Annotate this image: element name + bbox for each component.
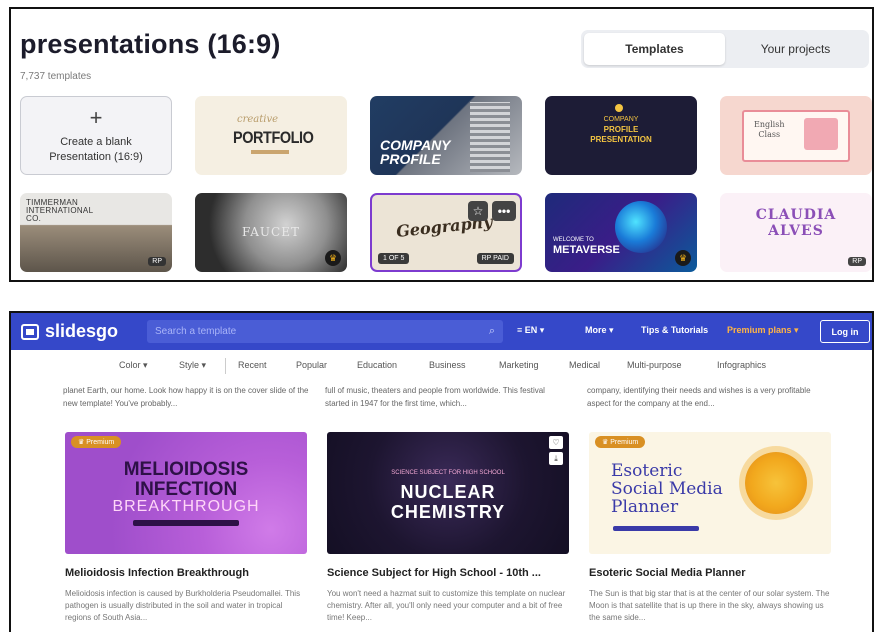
star-icon[interactable]: ☆ (468, 201, 488, 221)
category-popular[interactable]: Popular (296, 360, 327, 370)
download-icon[interactable]: ⤓ (549, 452, 563, 465)
crown-icon: ♛ (325, 250, 341, 266)
tab-templates[interactable]: Templates (584, 33, 725, 65)
paid-badge: RP (848, 257, 866, 266)
template-timmerman[interactable]: TIMMERMAN INTERNATIONAL CO. RP (20, 193, 172, 272)
building-image (470, 102, 510, 172)
template-portfolio[interactable]: creative PORTFOLIO (195, 96, 347, 175)
card-image-text: Esoteric Social Media Planner (611, 461, 723, 517)
sun-illustration (745, 452, 807, 514)
crown-icon: ♛ (675, 250, 691, 266)
create-blank-line1: Create a blank (60, 135, 132, 148)
premium-badge: ♛ Premium (595, 436, 646, 448)
paid-badge: RP (148, 257, 166, 266)
template-card-melioidosis[interactable]: ♛ Premium MELIOIDOSIS INFECTION BREAKTHR… (65, 432, 307, 554)
more-options-icon[interactable]: ••• (492, 201, 516, 221)
template-text: CLAUDIA ALVES (755, 207, 837, 239)
premium-badge: ♛ Premium (71, 436, 122, 448)
template-claudia-alves[interactable]: CLAUDIA ALVES RP (720, 193, 872, 272)
template-text: PORTFOLIO (233, 128, 314, 147)
card-description: You won't need a hazmat suit to customiz… (327, 589, 566, 622)
slidesgo-panel: slidesgo ⌕ ≡ EN ▾ More ▾ Tips & Tutorial… (9, 311, 874, 632)
login-button[interactable]: Log in (820, 320, 870, 343)
template-geography[interactable]: Geography ☆ ••• 1 OF 5 RP PAID (370, 193, 522, 272)
page-count-badge: 1 OF 5 (378, 253, 410, 264)
card-title[interactable]: Science Subject for High School - 10th .… (327, 567, 541, 579)
category-infographics[interactable]: Infographics (717, 360, 766, 370)
search-input[interactable] (155, 326, 489, 337)
decorative-bar (251, 150, 289, 154)
search-bar: ⌕ (147, 320, 503, 343)
card-actions: ♡ ⤓ (549, 436, 563, 465)
card-title[interactable]: Esoteric Social Media Planner (589, 567, 746, 579)
search-icon[interactable]: ⌕ (489, 325, 495, 338)
paid-badge: RP PAID (476, 253, 514, 264)
create-blank-label: Create a blank Presentation (16:9) (49, 135, 143, 165)
canva-templates-panel: presentations (16:9) 7,737 templates Tem… (9, 7, 874, 282)
previous-row-description: company, identifying their needs and wis… (587, 386, 811, 408)
template-text: TIMMERMAN INTERNATIONAL CO. (26, 198, 94, 223)
template-text: creative (237, 114, 279, 125)
card-image-text: NUCLEAR CHEMISTRY (390, 482, 506, 522)
card-description: Melioidosis infection is caused by Burkh… (65, 589, 301, 622)
category-medical[interactable]: Medical (569, 360, 600, 370)
decorative-bar (133, 520, 239, 526)
category-education[interactable]: Education (357, 360, 397, 370)
page-title: presentations (16:9) (20, 29, 281, 59)
card-image-text: BREAKTHROUGH (112, 498, 260, 515)
template-card-esoteric-planner[interactable]: ♛ Premium Esoteric Social Media Planner (589, 432, 831, 554)
view-toggle: Templates Your projects (581, 30, 869, 68)
card-image-text: SCIENCE SUBJECT FOR HIGH SCHOOL (391, 470, 505, 476)
template-company-profile-presentation[interactable]: COMPANY PROFILE PRESENTATION (545, 96, 697, 175)
more-menu[interactable]: More ▾ (585, 325, 614, 336)
card-title[interactable]: Melioidosis Infection Breakthrough (65, 567, 249, 579)
tips-tutorials-link[interactable]: Tips & Tutorials (641, 325, 708, 335)
orb-illustration (615, 201, 667, 253)
plus-icon: + (89, 104, 103, 130)
card-image-text: MELIOIDOSIS INFECTION (123, 459, 249, 500)
previous-row-description: planet Earth, our home. Look how happy i… (63, 386, 309, 408)
language-selector[interactable]: ≡ EN ▾ (517, 325, 544, 336)
decorative-dot (615, 104, 623, 112)
template-text: WELCOME TO METAVERSE (553, 237, 620, 256)
template-faucet[interactable]: FAUCET ♛ (195, 193, 347, 272)
previous-row-description: full of music, theaters and people from … (325, 386, 545, 408)
tab-your-projects[interactable]: Your projects (725, 33, 866, 65)
template-text: COMPANY PROFILE (380, 137, 451, 167)
template-card-nuclear-chemistry[interactable]: ♡ ⤓ SCIENCE SUBJECT FOR HIGH SCHOOL NUCL… (327, 432, 569, 554)
slidesgo-logo[interactable]: slidesgo (21, 321, 118, 342)
logo-icon (21, 323, 39, 340)
template-text: PROFILE PRESENTATION (590, 125, 652, 144)
category-business[interactable]: Business (429, 360, 466, 370)
template-metaverse[interactable]: WELCOME TO METAVERSE ♛ (545, 193, 697, 272)
divider (225, 358, 226, 374)
decorative-bar (613, 526, 699, 531)
favorite-icon[interactable]: ♡ (549, 436, 563, 449)
template-text: COMPANY (603, 116, 639, 123)
template-count: 7,737 templates (20, 71, 92, 82)
top-navbar: slidesgo ⌕ ≡ EN ▾ More ▾ Tips & Tutorial… (11, 313, 872, 350)
create-blank-button[interactable]: + Create a blank Presentation (16:9) (20, 96, 172, 175)
template-text: FAUCET (241, 225, 300, 239)
illustration (804, 118, 838, 150)
category-bar: Color ▾ Style ▾ Recent Popular Education… (11, 353, 872, 377)
filter-color[interactable]: Color ▾ (119, 360, 148, 371)
template-text: English Class (754, 120, 785, 139)
card-description: The Sun is that big star that is at the … (589, 589, 830, 622)
category-recent[interactable]: Recent (238, 360, 267, 370)
template-company-profile[interactable]: COMPANY PROFILE (370, 96, 522, 175)
template-english-class[interactable]: English Class (720, 96, 872, 175)
logo-text: slidesgo (45, 321, 119, 341)
category-marketing[interactable]: Marketing (499, 360, 539, 370)
category-multi-purpose[interactable]: Multi-purpose (627, 360, 682, 370)
filter-style[interactable]: Style ▾ (179, 360, 206, 371)
premium-plans-link[interactable]: Premium plans ▾ (727, 325, 799, 336)
create-blank-line2: Presentation (16:9) (49, 150, 143, 163)
